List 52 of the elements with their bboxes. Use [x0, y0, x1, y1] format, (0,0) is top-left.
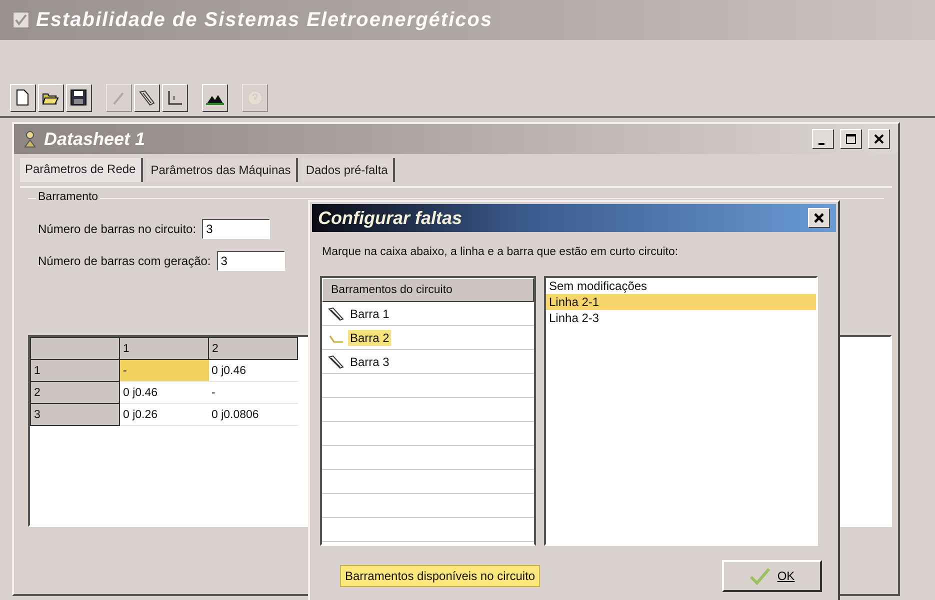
pencil-icon	[328, 306, 344, 320]
pencil-icon	[137, 88, 157, 108]
row-header: 2	[30, 382, 120, 404]
input-field[interactable]: 3	[202, 219, 270, 239]
maximize-button[interactable]	[840, 129, 862, 149]
list-header: Barramentos do circuito	[322, 278, 534, 302]
close-icon	[873, 133, 885, 145]
list-item[interactable]: Barra 2	[348, 330, 392, 346]
app-title: Estabilidade de Sistemas Eletroenergéticos	[36, 8, 493, 32]
list-item[interactable]: Linha 2-1	[546, 294, 816, 310]
table-cell[interactable]: -	[208, 382, 298, 404]
close-button[interactable]	[808, 208, 830, 228]
table-cell[interactable]: 0 j0.46	[208, 360, 298, 382]
tab[interactable]: Dados pré-falta	[300, 158, 395, 182]
close-button[interactable]	[868, 129, 890, 149]
dialog-title: Configurar faltas	[318, 208, 464, 228]
table-cell[interactable]: 0 j0.26	[120, 404, 208, 426]
tooltip: Barramentos disponíveis no circuito	[340, 565, 540, 587]
instruction-text: Marque na caixa abaixo, a linha e a barra que estão em curto circuito:	[321, 245, 680, 258]
figure-icon	[22, 130, 38, 148]
table-cell[interactable]: -	[120, 360, 208, 382]
minimize-icon	[818, 143, 824, 145]
maximize-icon	[845, 133, 857, 145]
input-field[interactable]: 3	[216, 251, 285, 271]
tab[interactable]: Parâmetros das Máquinas	[146, 158, 298, 182]
toolbar-button[interactable]	[10, 84, 36, 112]
list-item[interactable]: Sem modificações	[546, 278, 816, 294]
toolbar-button[interactable]	[162, 84, 188, 112]
column-header: 1	[120, 338, 208, 360]
pencil-icon	[328, 354, 344, 368]
ok-button[interactable]: OK	[722, 560, 822, 592]
column-header: 2	[208, 338, 298, 360]
row-header: 1	[30, 360, 120, 382]
row-header: 3	[30, 404, 120, 426]
toolbar-button[interactable]	[38, 84, 64, 112]
app-icon	[12, 11, 30, 29]
toolbar-button[interactable]	[202, 84, 228, 112]
check-icon	[749, 567, 772, 585]
group-title: Barramento	[36, 191, 100, 203]
table-cell[interactable]: 0 j0.46	[120, 382, 208, 404]
list-item[interactable]: Linha 2-3	[546, 310, 816, 326]
toolbar-button[interactable]	[134, 84, 160, 112]
toolbar-button[interactable]	[66, 84, 92, 112]
minimize-button[interactable]	[812, 129, 834, 149]
close-icon	[813, 212, 825, 224]
table-cell[interactable]: 0 j0.0806	[208, 404, 298, 426]
field-label: Número de barras com geração:	[38, 254, 211, 268]
field-label: Número de barras no circuito:	[38, 222, 196, 236]
window-title: Datasheet 1	[44, 128, 146, 150]
list-item[interactable]: Barra 3	[348, 354, 392, 370]
tab[interactable]: Parâmetros de Rede	[20, 158, 143, 182]
list-item[interactable]: Barra 1	[348, 306, 392, 322]
